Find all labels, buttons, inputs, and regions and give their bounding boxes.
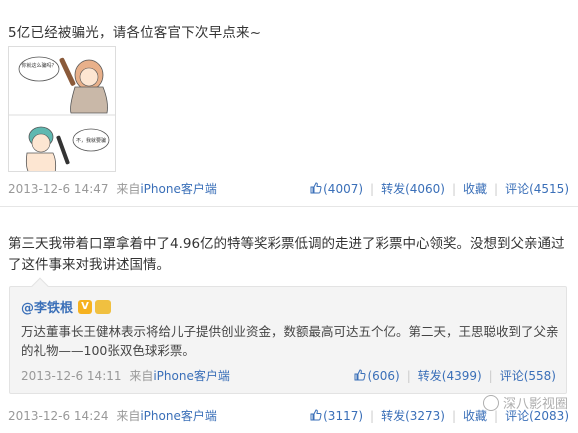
post2-like-count: (3117) <box>323 408 364 423</box>
post1-like-count: (4007) <box>323 181 364 196</box>
speech-bubble-top <box>18 56 60 82</box>
watermark-text: 深八影视圈 <box>502 397 568 412</box>
post2-meta: 2013-12-6 14:24 来自iPhone客户端 <box>8 407 217 424</box>
post-divider <box>0 206 578 207</box>
thumbs-up-icon <box>310 408 322 420</box>
post1-meta: 2013-12-6 14:47 来自iPhone客户端 <box>8 180 217 197</box>
post1-repost-button[interactable]: 转发(4060) <box>381 180 445 197</box>
repost-arrow <box>31 277 49 295</box>
post2-source-prefix: 来自 <box>116 409 141 423</box>
repost-repost-button[interactable]: 转发(4399) <box>418 367 482 384</box>
comic-illustration: 你就这么骗吗？ 不，我就要骗 <box>9 56 115 171</box>
post1-text: 5亿已经被骗光，请各位客官下次早点来~ <box>8 25 262 41</box>
repost-actions: (606) | 转发(4399) | 评论(558) <box>354 367 556 384</box>
bubble-top-text: 你就这么骗吗？ <box>21 62 56 69</box>
boy-body <box>25 152 57 171</box>
post1-time[interactable]: 2013-12-6 14:47 <box>8 182 109 196</box>
post1-source[interactable]: iPhone客户端 <box>140 182 217 196</box>
repost-source[interactable]: iPhone客户端 <box>153 369 230 383</box>
post1-like-button[interactable]: (4007) <box>310 182 363 196</box>
vip-badge-icon <box>95 299 112 314</box>
repost-meta: 2013-12-6 14:11 来自iPhone客户端 <box>21 367 230 384</box>
repost-like-button[interactable]: (606) <box>354 368 400 383</box>
post1-source-prefix: 来自 <box>116 182 141 196</box>
wechat-icon <box>482 394 499 411</box>
post2-like-button[interactable]: (3117) <box>310 409 363 423</box>
repost-author-name[interactable]: @李铁根 <box>21 297 73 316</box>
post2-text: 第三天我带着口罩拿着中了4.96亿的特等奖彩票低调的走进了彩票中心领奖。没想到父… <box>8 236 565 273</box>
repost-source-prefix: 来自 <box>129 369 154 383</box>
repost-like-count: (606) <box>367 368 400 383</box>
bubble-bottom-text: 不，我就要骗 <box>76 137 106 144</box>
girl-face <box>79 67 99 87</box>
post1-comment-button[interactable]: 评论(4515) <box>505 180 569 197</box>
thumbs-up-icon <box>310 181 322 193</box>
post1-actions: (4007) | 转发(4060) | 收藏 | 评论(4515) <box>310 180 569 197</box>
post2-source[interactable]: iPhone客户端 <box>140 409 217 423</box>
girl-body <box>70 86 108 114</box>
repost-author[interactable]: @李铁根 V <box>21 297 112 316</box>
post2-time[interactable]: 2013-12-6 14:24 <box>8 409 109 423</box>
repost-text: 万达董事长王健林表示将给儿子提供创业资金，数额最高可达五个亿。第二天，王思聪收到… <box>21 324 559 358</box>
comic-image[interactable]: 你就这么骗吗？ 不，我就要骗 <box>8 46 116 172</box>
repost-comment-button[interactable]: 评论(558) <box>500 367 556 384</box>
post2-repost-button[interactable]: 转发(3273) <box>381 407 445 424</box>
verified-v-icon: V <box>78 299 93 314</box>
repost-card: @李铁根 V 万达董事长王健林表示将给儿子提供创业资金，数额最高可达五个亿。第二… <box>9 277 567 394</box>
club <box>59 57 76 86</box>
thumbs-up-icon <box>354 368 366 380</box>
repost-time[interactable]: 2013-12-6 14:11 <box>21 369 122 383</box>
post1-favorite-button[interactable]: 收藏 <box>463 180 487 197</box>
watermark: 深八影视圈 <box>482 393 568 412</box>
boy-face <box>31 133 51 153</box>
boy-stick <box>56 135 70 165</box>
